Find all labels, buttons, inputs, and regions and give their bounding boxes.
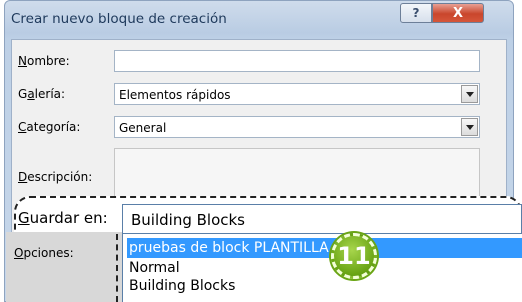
categoria-dropdown[interactable]: General [114, 116, 480, 138]
chevron-down-icon[interactable] [461, 85, 478, 103]
list-item-selected[interactable]: pruebas de block PLANTILLA [127, 238, 522, 258]
categoria-value: General [119, 121, 167, 135]
nombre-field[interactable] [114, 50, 480, 72]
descripcion-label: Descripción: [18, 170, 93, 184]
guardar-en-options-list: pruebas de block PLANTILLA Normal Buildi… [122, 234, 522, 302]
help-button[interactable]: ? [400, 3, 432, 23]
chevron-down-icon[interactable] [461, 118, 478, 136]
guardar-en-label: Guardar en: [18, 209, 108, 227]
categoria-label: Categoría: [18, 120, 81, 134]
close-icon: X [452, 5, 464, 21]
options-area [6, 232, 122, 302]
step-number-badge: 11 [331, 233, 377, 279]
guardar-en-dropdown[interactable]: Building Blocks [122, 204, 522, 234]
help-icon: ? [412, 6, 420, 20]
list-item[interactable]: Building Blocks [127, 276, 522, 296]
guardar-en-value: Building Blocks [131, 211, 246, 229]
galeria-label: Galería: [18, 87, 66, 101]
opciones-label: Opciones: [14, 246, 74, 260]
close-button[interactable]: X [432, 3, 484, 23]
galeria-value: Elementos rápidos [119, 88, 231, 102]
nombre-label: Nombre: [18, 54, 70, 68]
dialog-title: Crear nuevo bloque de creación [11, 11, 227, 27]
title-bar: Crear nuevo bloque de creación ? X [5, 1, 513, 37]
list-item[interactable]: Normal [127, 258, 522, 278]
galeria-dropdown[interactable]: Elementos rápidos [114, 83, 480, 105]
